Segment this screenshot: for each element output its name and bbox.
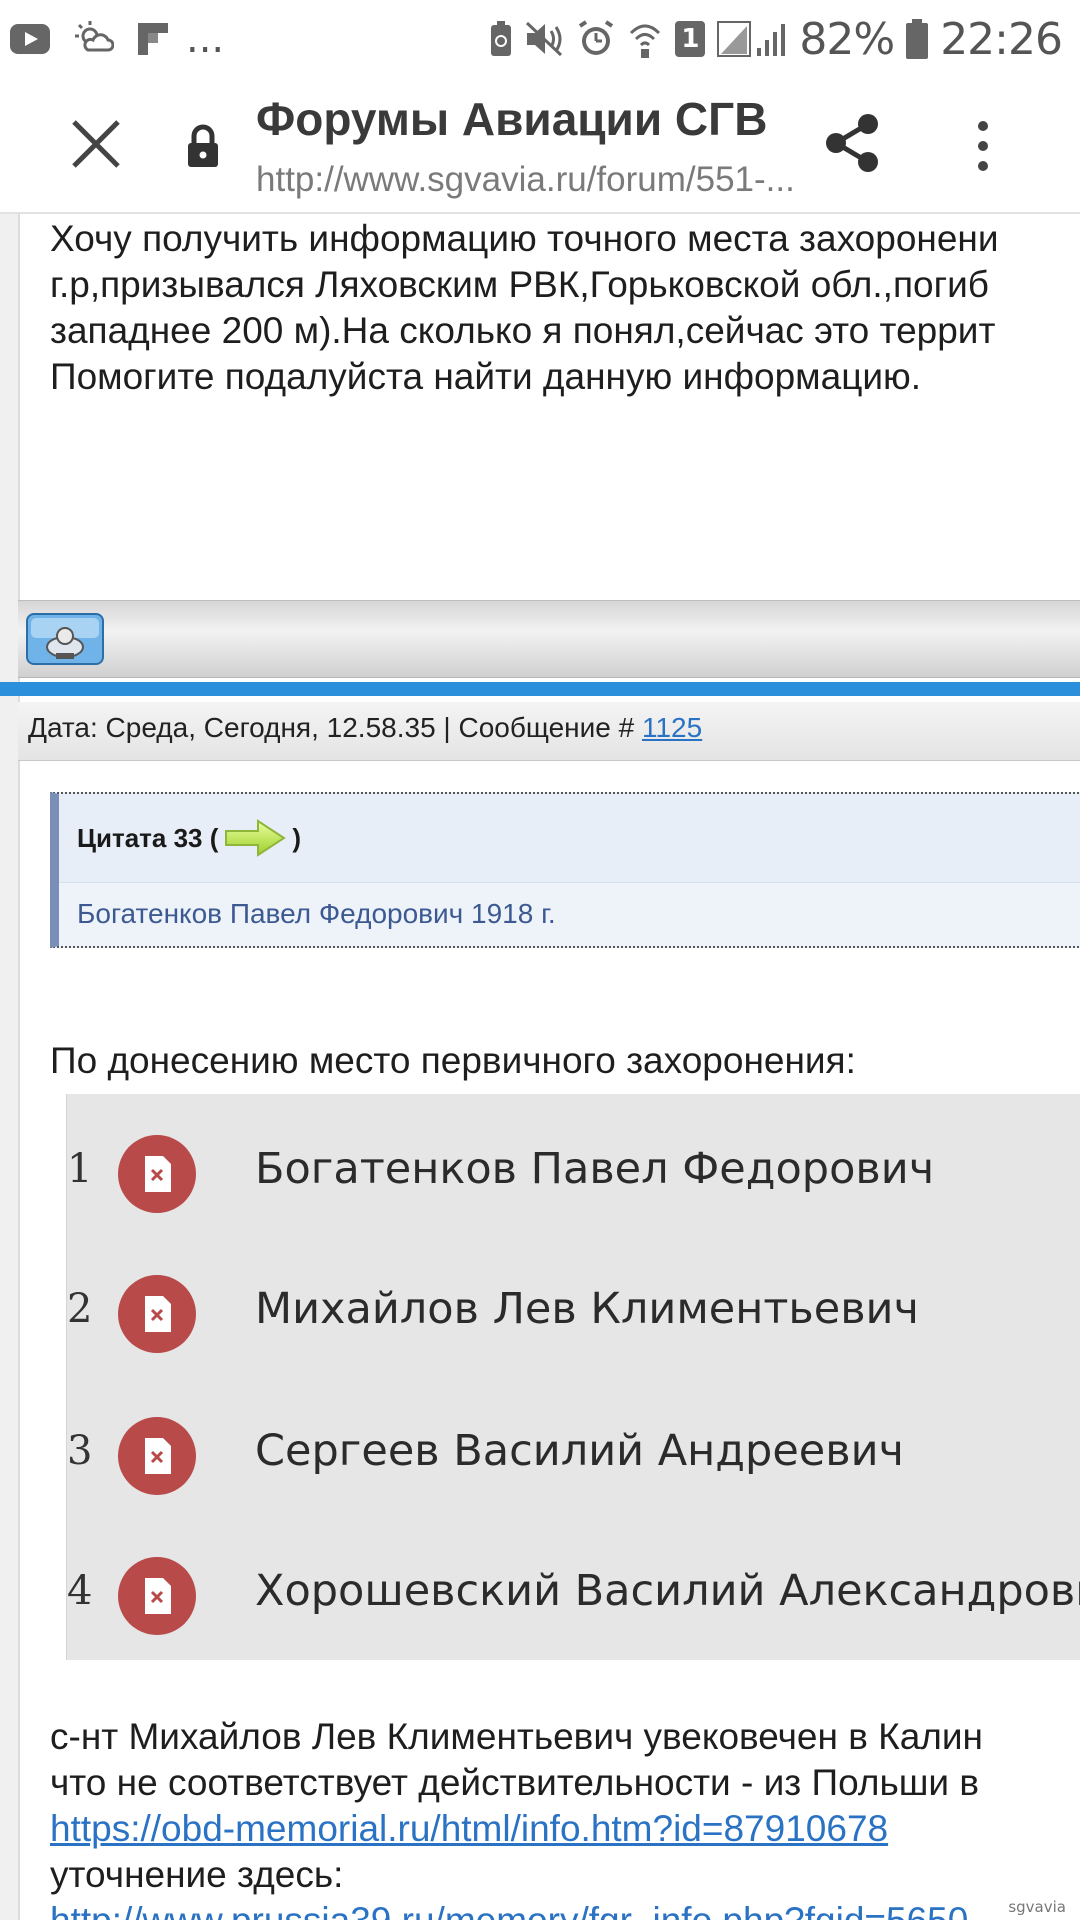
document-delete-icon xyxy=(117,1274,197,1354)
list-item-number: 2 xyxy=(67,1286,93,1332)
post-line: что не соответствует действительности - … xyxy=(50,1762,980,1803)
post-line: Хочу получить информацию точного места з… xyxy=(50,218,999,259)
quote-block: Цитата 33 ( ) Богатенков Павел Федорович… xyxy=(50,792,1080,948)
post-intro: По донесению место первичного захоронени… xyxy=(50,1040,856,1081)
clock: 22:26 xyxy=(940,13,1063,65)
left-rail xyxy=(0,214,20,1920)
page-title: Форумы Авиации СГВ xyxy=(256,93,768,145)
post-line: западнее 200 м).На сколько я понял,сейча… xyxy=(50,310,996,351)
post-date: Дата: Среда, Сегодня, 12.58.35 | Сообщен… xyxy=(28,712,642,743)
post-line: г.р,призывался Ляховским РВК,Горьковской… xyxy=(50,264,989,305)
quote-text: Богатенков Павел Федорович 1918 г. xyxy=(77,898,556,929)
quote-title: Цитата 33 ( xyxy=(77,822,219,853)
message-number-link[interactable]: 1125 xyxy=(642,712,702,743)
signal-strength-icon xyxy=(717,20,787,58)
close-tab-icon[interactable] xyxy=(66,114,126,174)
more-notifications-indicator: ... xyxy=(186,16,225,62)
post-date-bar: Дата: Среда, Сегодня, 12.58.35 | Сообщен… xyxy=(18,702,1080,761)
document-delete-icon xyxy=(117,1556,197,1636)
lock-icon[interactable] xyxy=(186,124,220,168)
mute-icon xyxy=(525,21,565,57)
list-item-name: Богатенков Павел Федорович xyxy=(255,1144,935,1194)
flipboard-notification-icon xyxy=(138,23,168,55)
quote-title-end: ) xyxy=(292,822,302,853)
post-text: с-нт Михайлов Лев Климентьевич увековече… xyxy=(50,1714,983,1920)
post-line: уточнение здесь: xyxy=(50,1854,344,1895)
post-text: Хочу получить информацию точного места з… xyxy=(50,216,999,400)
forum-page: Хочу получить информацию точного места з… xyxy=(0,214,1080,1920)
more-options-icon[interactable] xyxy=(968,116,998,176)
document-delete-icon xyxy=(117,1416,197,1496)
battery-percent: 82% xyxy=(799,13,895,65)
alarm-icon xyxy=(577,20,615,58)
burial-list-image: 1 Богатенков Павел Федорович 2 Михайлов … xyxy=(66,1094,1080,1660)
post-separator xyxy=(0,682,1080,696)
post-line: Помогите подалуйста найти данную информа… xyxy=(50,356,922,397)
sim-slot-icon: 1 xyxy=(675,21,706,57)
quote-header: Цитата 33 ( ) xyxy=(59,794,1080,883)
list-item: 2 Михайлов Лев Климентьевич xyxy=(67,1268,1080,1358)
list-item: 1 Богатенков Павел Федорович xyxy=(67,1128,1080,1218)
youtube-notification-icon xyxy=(10,24,50,54)
sim-slot-number: 1 xyxy=(681,24,700,54)
wifi-calling-icon xyxy=(627,19,663,59)
address-bar-url[interactable]: http://www.sgvavia.ru/forum/551-... xyxy=(256,160,796,200)
battery-icon xyxy=(906,19,929,59)
list-item-name: Хорошевский Василий Александрович xyxy=(255,1566,1080,1616)
share-icon[interactable] xyxy=(822,112,884,174)
weather-notification-icon xyxy=(74,20,114,58)
post-line: с-нт Михайлов Лев Климентьевич увековече… xyxy=(50,1716,983,1757)
list-item-number: 4 xyxy=(67,1568,93,1614)
obd-memorial-link[interactable]: https://obd-memorial.ru/html/info.htm?id… xyxy=(50,1808,888,1849)
browser-toolbar: Форумы Авиации СГВ http://www.sgvavia.ru… xyxy=(0,78,1080,214)
list-item-name: Сергеев Василий Андреевич xyxy=(255,1426,904,1476)
arrow-right-icon[interactable] xyxy=(224,818,287,858)
user-profile-icon[interactable] xyxy=(26,613,104,665)
prussia39-link[interactable]: http://www.prussia39.ru/memory/fgr_info.… xyxy=(50,1900,968,1920)
list-item: 4 Хорошевский Василий Александрович xyxy=(67,1550,1080,1640)
list-item: 3 Сергеев Василий Андреевич xyxy=(67,1410,1080,1500)
post-footer-bar xyxy=(18,600,1080,678)
list-item-name: Михайлов Лев Климентьевич xyxy=(255,1284,919,1334)
list-item-number: 1 xyxy=(67,1146,93,1192)
status-bar: ... 1 82% 22:26 xyxy=(0,0,1080,78)
list-item-number: 3 xyxy=(67,1428,93,1474)
battery-saver-icon xyxy=(489,20,513,58)
document-delete-icon xyxy=(117,1134,197,1214)
watermark: sgvavia xyxy=(1008,1898,1066,1916)
